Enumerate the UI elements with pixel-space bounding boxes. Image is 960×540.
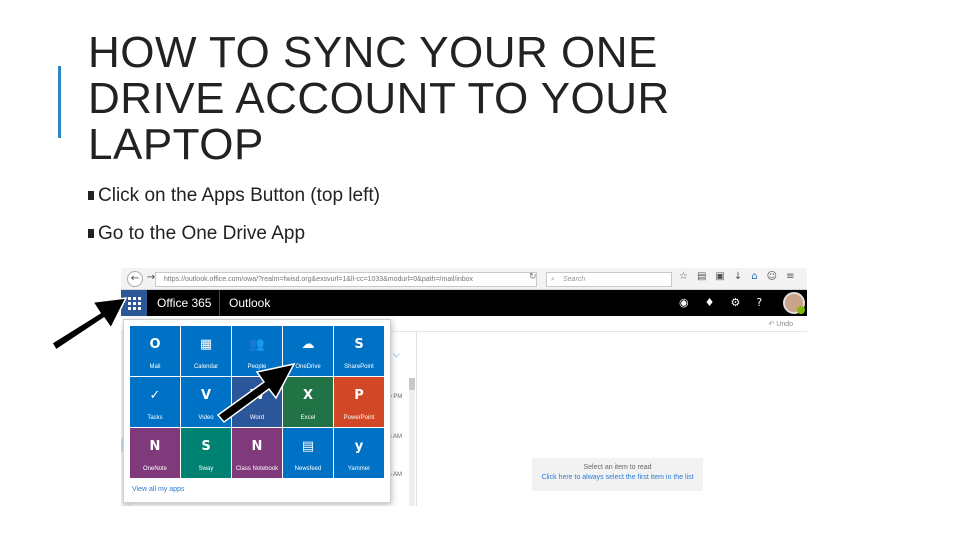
callout-arrows — [50, 297, 296, 424]
arrow-to-onedrive-tile — [216, 362, 296, 424]
arrow-to-apps-button — [50, 297, 128, 352]
